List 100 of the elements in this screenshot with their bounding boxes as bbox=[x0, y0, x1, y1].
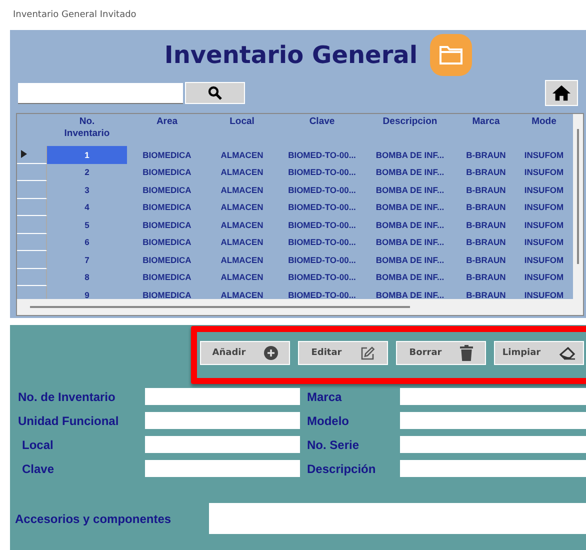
table-cell-text: BIOMED-TO-00... bbox=[287, 254, 357, 267]
home-button[interactable] bbox=[545, 80, 578, 106]
folder-icon bbox=[430, 34, 472, 76]
table-cell-text: BOMBA DE INF... bbox=[374, 166, 446, 180]
row-header[interactable] bbox=[17, 146, 47, 164]
table-cell-text: BOMBA DE INF... bbox=[374, 148, 446, 162]
table-cell-text: B-BRAUN bbox=[465, 166, 507, 180]
table-cell-text: BOMBA DE INF... bbox=[374, 271, 446, 284]
table-cell-text: 9 bbox=[84, 288, 90, 302]
field-label: Descripción bbox=[307, 462, 377, 476]
search-icon bbox=[208, 86, 222, 100]
table-cell-text: ALMACEN bbox=[220, 218, 264, 232]
page-title: Inventario General bbox=[164, 41, 418, 69]
input-field[interactable] bbox=[400, 436, 586, 453]
field-label: Clave bbox=[21, 462, 56, 476]
table-cell-text: BIOMED-TO-00... bbox=[287, 166, 357, 180]
table-cell-text: BIOMEDICA bbox=[142, 288, 192, 302]
table-cell-text: INSUFOM bbox=[523, 148, 565, 162]
table-cell-text: BIOMEDICA bbox=[142, 148, 192, 162]
table-cell-text: BIOMED-TO-00... bbox=[287, 148, 357, 162]
field-label: Unidad Funcional bbox=[18, 414, 120, 428]
table-cell-text: 4 bbox=[84, 201, 90, 214]
clear-button[interactable]: Limpiar bbox=[494, 341, 584, 365]
search-button[interactable] bbox=[185, 82, 245, 104]
field-label: Accesorios y componentes bbox=[15, 512, 172, 526]
field-label: No. de Inventario bbox=[18, 390, 116, 404]
column-header[interactable]: Local bbox=[207, 116, 277, 128]
table-cell-text: BOMBA DE INF... bbox=[374, 288, 446, 302]
table-cell-text: INSUFOM bbox=[523, 166, 565, 180]
eraser-icon bbox=[558, 346, 576, 360]
input-field[interactable] bbox=[145, 412, 300, 429]
table-cell-text: INSUFOM bbox=[523, 184, 565, 197]
field-label: Marca bbox=[307, 390, 343, 404]
table-cell-text: ALMACEN bbox=[220, 254, 264, 267]
add-button[interactable]: Añadir bbox=[200, 341, 290, 365]
table-cell-text: BOMBA DE INF... bbox=[374, 236, 446, 250]
table-cell-text: 2 bbox=[84, 166, 90, 180]
table-cell-text: BIOMEDICA bbox=[142, 254, 192, 267]
table-cell-text: ALMACEN bbox=[220, 184, 264, 197]
horizontal-scrollbar[interactable] bbox=[17, 299, 583, 315]
column-header[interactable]: Marca bbox=[453, 116, 519, 128]
home-icon bbox=[552, 84, 571, 102]
table-cell-text: BOMBA DE INF... bbox=[374, 218, 446, 232]
table-cell-text: B-BRAUN bbox=[465, 218, 507, 232]
table-cell-text: BIOMED-TO-00... bbox=[287, 184, 357, 197]
table-cell-text: B-BRAUN bbox=[465, 271, 507, 284]
column-header[interactable]: Clave bbox=[277, 116, 367, 128]
table-cell-text: BIOMEDICA bbox=[142, 218, 192, 232]
column-header[interactable]: Mode bbox=[519, 116, 569, 128]
table-cell-text: BIOMEDICA bbox=[142, 236, 192, 250]
table-cell-text: 5 bbox=[84, 218, 90, 232]
input-field[interactable] bbox=[145, 388, 300, 405]
vertical-scrollbar[interactable] bbox=[573, 114, 583, 299]
table-cell-text: 6 bbox=[84, 236, 90, 250]
table-cell-text: BIOMED-TO-00... bbox=[287, 271, 357, 284]
table-cell-text: INSUFOM bbox=[523, 254, 565, 267]
table-cell-text: BOMBA DE INF... bbox=[374, 201, 446, 214]
edit-button[interactable]: Editar bbox=[298, 341, 388, 365]
input-field[interactable] bbox=[400, 388, 586, 405]
table-cell-text: BIOMED-TO-00... bbox=[287, 288, 357, 302]
pencil-square-icon bbox=[360, 346, 375, 360]
table-cell-text: ALMACEN bbox=[220, 201, 264, 214]
column-header[interactable]: Descripcion bbox=[367, 116, 453, 128]
input-field[interactable] bbox=[209, 503, 586, 534]
table-cell-text: 3 bbox=[84, 184, 90, 197]
table-cell-text: B-BRAUN bbox=[465, 236, 507, 250]
table-cell-text: BIOMEDICA bbox=[142, 201, 192, 214]
table-cell-text: INSUFOM bbox=[523, 201, 565, 214]
table-cell-text: INSUFOM bbox=[523, 288, 565, 302]
table-cell-text: BIOMED-TO-00... bbox=[287, 201, 357, 214]
delete-button[interactable]: Borrar bbox=[396, 341, 486, 365]
input-field[interactable] bbox=[400, 412, 586, 429]
search-field[interactable] bbox=[18, 82, 183, 104]
field-label: Modelo bbox=[307, 414, 350, 428]
input-field[interactable] bbox=[145, 436, 300, 453]
table-cell-text: 8 bbox=[84, 271, 90, 284]
table-cell-text: B-BRAUN bbox=[465, 288, 507, 302]
input-field[interactable] bbox=[145, 460, 300, 477]
table-cell-text: BIOMEDICA bbox=[142, 166, 192, 180]
column-header[interactable]: Area bbox=[127, 116, 207, 128]
table-cell-text: INSUFOM bbox=[523, 236, 565, 250]
input-field[interactable] bbox=[400, 460, 586, 477]
table-cell-text: B-BRAUN bbox=[465, 148, 507, 162]
table-cell: 1 bbox=[47, 146, 127, 164]
current-row-icon bbox=[21, 150, 27, 158]
table-cell-text: B-BRAUN bbox=[465, 201, 507, 214]
field-label: No. Serie bbox=[307, 438, 360, 452]
table-cell-text: INSUFOM bbox=[523, 218, 565, 232]
table-cell-text: ALMACEN bbox=[220, 236, 264, 250]
table-cell-text: BIOMED-TO-00... bbox=[287, 218, 357, 232]
table-cell-text: INSUFOM bbox=[523, 271, 565, 284]
window-title: Inventario General Invitado bbox=[12, 9, 138, 22]
table-cell-text: BIOMEDICA bbox=[142, 271, 192, 284]
trash-icon bbox=[460, 345, 473, 361]
table-cell-text: ALMACEN bbox=[220, 148, 264, 162]
table-cell-text: BOMBA DE INF... bbox=[374, 254, 446, 267]
table-cell-text: BOMBA DE INF... bbox=[374, 184, 446, 197]
table-cell-text: 7 bbox=[84, 254, 90, 267]
field-label: Local bbox=[21, 438, 54, 452]
column-header[interactable]: No. Inventario bbox=[47, 116, 127, 140]
